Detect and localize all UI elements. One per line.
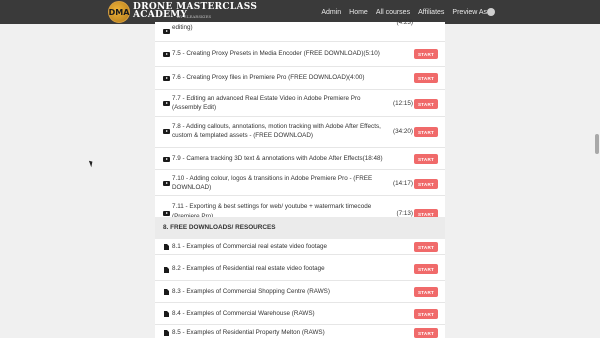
lesson-title: 7.8 - Adding callouts, annotations, moti… (172, 123, 381, 139)
start-button[interactable]: START (414, 179, 438, 189)
video-icon (163, 211, 170, 216)
file-icon (164, 330, 169, 336)
file-icon (164, 244, 169, 250)
start-button[interactable]: START (414, 242, 438, 252)
video-icon (163, 29, 170, 34)
course-curriculum: editing) (4:23) 7.5 - Creating Proxy Pre… (155, 19, 445, 338)
brand-logo[interactable]: DMA DRONE MASTERCLASS ACADEMY BY CLEARSK… (108, 1, 257, 23)
download-title: 8.1 - Examples of Commercial real estate… (172, 243, 328, 250)
lesson-row[interactable]: 7.6 - Creating Proxy files in Premiere P… (155, 67, 445, 90)
video-icon (163, 76, 170, 81)
user-avatar[interactable] (487, 8, 495, 16)
file-icon (164, 267, 169, 273)
lesson-row[interactable]: 7.10 - Adding colour, logos & transition… (155, 170, 445, 196)
download-row[interactable]: 8.5 - Examples of Residential Property M… (155, 325, 445, 338)
video-icon (163, 181, 170, 186)
nav-link-affiliates[interactable]: Affiliates (418, 9, 444, 16)
download-title: 8.3 - Examples of Commercial Shopping Ce… (172, 288, 330, 295)
lesson-duration: (4:23) (396, 19, 413, 26)
page-scrollbar[interactable] (594, 24, 600, 338)
lesson-row[interactable]: 7.5 - Creating Proxy Presets in Media En… (155, 42, 445, 67)
start-button[interactable]: START (414, 73, 438, 83)
lesson-duration: (14:17) (393, 180, 413, 187)
top-navbar: DMA DRONE MASTERCLASS ACADEMY BY CLEARSK… (0, 0, 600, 24)
preview-as-label: Preview As (452, 8, 488, 16)
lesson-title: 7.7 - Editing an advanced Real Estate Vi… (172, 95, 361, 111)
nav-link-admin[interactable]: Admin (321, 9, 341, 16)
lesson-duration: (34:20) (393, 128, 413, 135)
lesson-title: 7.10 - Adding colour, logos & transition… (172, 175, 373, 191)
file-icon (164, 311, 169, 317)
start-button[interactable]: START (414, 127, 438, 137)
section-header: 8. FREE DOWNLOADS/ RESOURCES (155, 217, 445, 239)
logo-badge: DMA (108, 1, 130, 23)
mouse-cursor-icon (88, 159, 95, 168)
start-button[interactable]: START (414, 49, 438, 59)
start-button[interactable]: START (414, 287, 438, 297)
lesson-row[interactable]: editing) (4:23) (155, 19, 445, 42)
logo-line-3: BY CLEARSKIES (177, 14, 212, 19)
lesson-row[interactable]: 7.8 - Adding callouts, annotations, moti… (155, 117, 445, 148)
lesson-title: editing) (172, 24, 193, 31)
lesson-title: 7.6 - Creating Proxy files in Premiere P… (172, 74, 365, 81)
download-title: 8.5 - Examples of Residential Property M… (172, 329, 325, 336)
video-icon (163, 129, 170, 134)
start-button[interactable]: START (414, 264, 438, 274)
scrollbar-thumb[interactable] (595, 134, 599, 154)
download-title: 8.4 - Examples of Commercial Warehouse (… (172, 310, 315, 317)
lesson-duration: (7:13) (396, 210, 413, 217)
lesson-row[interactable]: 7.7 - Editing an advanced Real Estate Vi… (155, 90, 445, 117)
lesson-duration: (12:15) (393, 100, 413, 107)
lesson-title: 7.9 - Camera tracking 3D text & annotati… (172, 155, 383, 162)
nav-link-all-courses[interactable]: All courses (376, 9, 410, 16)
download-row[interactable]: 8.1 - Examples of Commercial real estate… (155, 239, 445, 255)
download-title: 8.2 - Examples of Residential real estat… (172, 265, 325, 272)
download-row[interactable]: 8.3 - Examples of Commercial Shopping Ce… (155, 281, 445, 303)
video-icon (163, 157, 170, 162)
nav-link-home[interactable]: Home (349, 9, 368, 16)
lesson-row[interactable]: 7.9 - Camera tracking 3D text & annotati… (155, 148, 445, 170)
video-icon (163, 101, 170, 106)
download-row[interactable]: 8.2 - Examples of Residential real estat… (155, 259, 445, 281)
start-button[interactable]: START (414, 328, 438, 338)
lesson-title: 7.5 - Creating Proxy Presets in Media En… (172, 50, 380, 57)
download-row[interactable]: 8.4 - Examples of Commercial Warehouse (… (155, 303, 445, 325)
start-button[interactable]: START (414, 99, 438, 109)
start-button[interactable]: START (414, 309, 438, 319)
file-icon (164, 289, 169, 295)
start-button[interactable]: START (414, 154, 438, 164)
video-icon (163, 52, 170, 57)
